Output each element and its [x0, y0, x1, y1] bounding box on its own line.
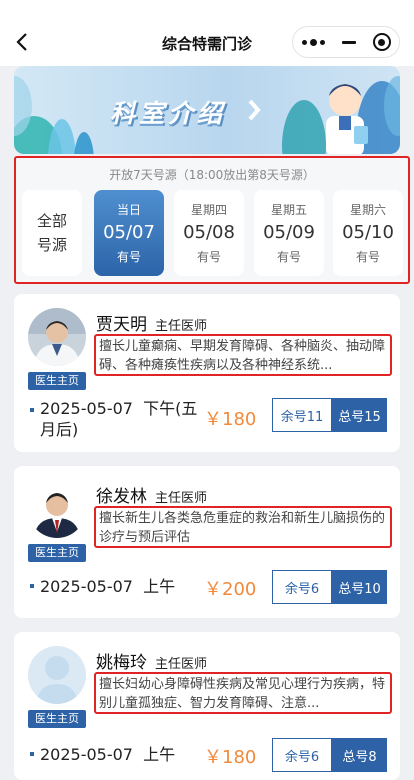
doctor-name: 徐发林	[96, 487, 147, 507]
banner-title: 科室介绍	[110, 99, 227, 128]
date-value: 05/09	[263, 222, 315, 243]
doctor-card[interactable]: 医生主页 徐发林 主任医师 擅长新生儿各类急危重症的救治和新生儿脑损伤的诊疗与预后…	[14, 466, 400, 618]
nav-header: 综合特需门诊	[0, 0, 414, 66]
slot-date: 2025-05-07	[40, 399, 133, 418]
mini-program-capsule	[292, 26, 400, 58]
chevron-right-icon	[248, 99, 261, 121]
date-value: 05/07	[103, 222, 155, 243]
doctor-name-row: 姚梅玲 主任医师	[96, 648, 207, 673]
date-all-label-2: 号源	[36, 236, 67, 254]
date-card-day-2[interactable]: 星期五 05/09 有号	[254, 190, 324, 276]
doctor-avatar	[28, 646, 86, 704]
date-status: 有号	[116, 250, 141, 264]
date-weekday: 当日	[116, 203, 141, 217]
slot-datetime: 2025-05-07 上午	[40, 576, 175, 597]
slot-period: 下午(五	[143, 399, 198, 418]
doctor-card[interactable]: 医生主页 姚梅玲 主任医师 擅长妇幼心身障碍性疾病及常见心理行为疾病，特别儿童孤独…	[14, 632, 400, 780]
slot-period: 上午	[143, 745, 176, 764]
date-status: 有号	[276, 250, 301, 264]
remaining-slots-button[interactable]: 余号6	[272, 738, 332, 772]
date-hint-text: 开放7天号源（18:00放出第8天号源）	[109, 168, 315, 182]
date-card-day-1[interactable]: 星期四 05/08 有号	[174, 190, 244, 276]
doctor-price: ￥180	[204, 409, 257, 430]
doctor-price: ￥180	[204, 747, 257, 768]
doctor-price: ￥200	[204, 579, 257, 600]
doctor-home-button[interactable]: 医生主页	[28, 710, 86, 728]
slot-period-cont: 月后)	[40, 420, 79, 439]
target-circle-icon[interactable]	[372, 33, 391, 51]
date-weekday: 星期五	[270, 203, 307, 217]
doctor-name: 姚梅玲	[96, 653, 147, 673]
doctor-name: 贾天明	[96, 315, 147, 335]
slot-bullet	[30, 752, 34, 756]
total-slots-button[interactable]: 总号8	[332, 738, 387, 772]
date-weekday: 星期六	[349, 203, 386, 217]
slot-datetime: 2025-05-07 上午	[40, 744, 175, 765]
doctor-title: 主任医师	[155, 319, 208, 334]
date-status: 有号	[355, 250, 380, 264]
doctor-home-button[interactable]: 医生主页	[28, 544, 86, 562]
slot-date: 2025-05-07	[40, 745, 133, 764]
slot-bullet	[30, 408, 34, 412]
doctor-avatar	[28, 480, 86, 538]
doctor-name-row: 徐发林 主任医师	[96, 482, 207, 507]
doctor-card[interactable]: 医生主页 贾天明 主任医师 擅长儿童癫痫、早期发育障碍、各种脑炎、抽动障碍、各种瘫…	[14, 294, 400, 452]
date-value: 05/10	[342, 222, 394, 243]
remaining-slots-button[interactable]: 余号6	[272, 570, 332, 604]
minimize-icon[interactable]	[341, 40, 356, 44]
doctor-title: 主任医师	[155, 491, 208, 506]
doctor-description: 擅长妇幼心身障碍性疾病及常见心理行为疾病，特别儿童孤独症、智力发育障碍、注意..…	[94, 672, 392, 714]
more-dots-icon[interactable]	[301, 38, 325, 46]
doctor-avatar	[28, 308, 86, 366]
total-slots-button[interactable]: 总号10	[332, 570, 387, 604]
date-card-all[interactable]: 全部 号源	[22, 190, 82, 276]
department-intro-banner[interactable]: 科室介绍	[14, 66, 400, 154]
slot-bullet	[30, 584, 34, 588]
doctor-description: 擅长新生儿各类急危重症的救治和新生儿脑损伤的诊疗与预后评估	[94, 506, 392, 548]
doctor-name-row: 贾天明 主任医师	[96, 310, 207, 335]
doctor-title: 主任医师	[155, 657, 208, 672]
date-value: 05/08	[183, 222, 235, 243]
date-all-label-1: 全部	[36, 212, 67, 230]
date-card-day-0[interactable]: 当日 05/07 有号	[94, 190, 164, 276]
slot-datetime: 2025-05-07 下午(五 月后)	[40, 398, 197, 440]
date-card-day-3[interactable]: 星期六 05/10 有号	[333, 190, 403, 276]
date-selector: 开放7天号源（18:00放出第8天号源） 全部 号源 当日 05/07 有号 星…	[14, 156, 410, 284]
slot-date: 2025-05-07	[40, 577, 133, 596]
date-weekday: 星期四	[190, 203, 227, 217]
total-slots-button[interactable]: 总号15	[332, 398, 387, 432]
doctor-description: 擅长儿童癫痫、早期发育障碍、各种脑炎、抽动障碍、各种瘫痪性疾病以及各种神经系统.…	[94, 334, 392, 376]
slot-period: 上午	[143, 577, 176, 596]
remaining-slots-button[interactable]: 余号11	[272, 398, 332, 432]
date-status: 有号	[196, 250, 221, 264]
doctor-home-button[interactable]: 医生主页	[28, 372, 86, 390]
